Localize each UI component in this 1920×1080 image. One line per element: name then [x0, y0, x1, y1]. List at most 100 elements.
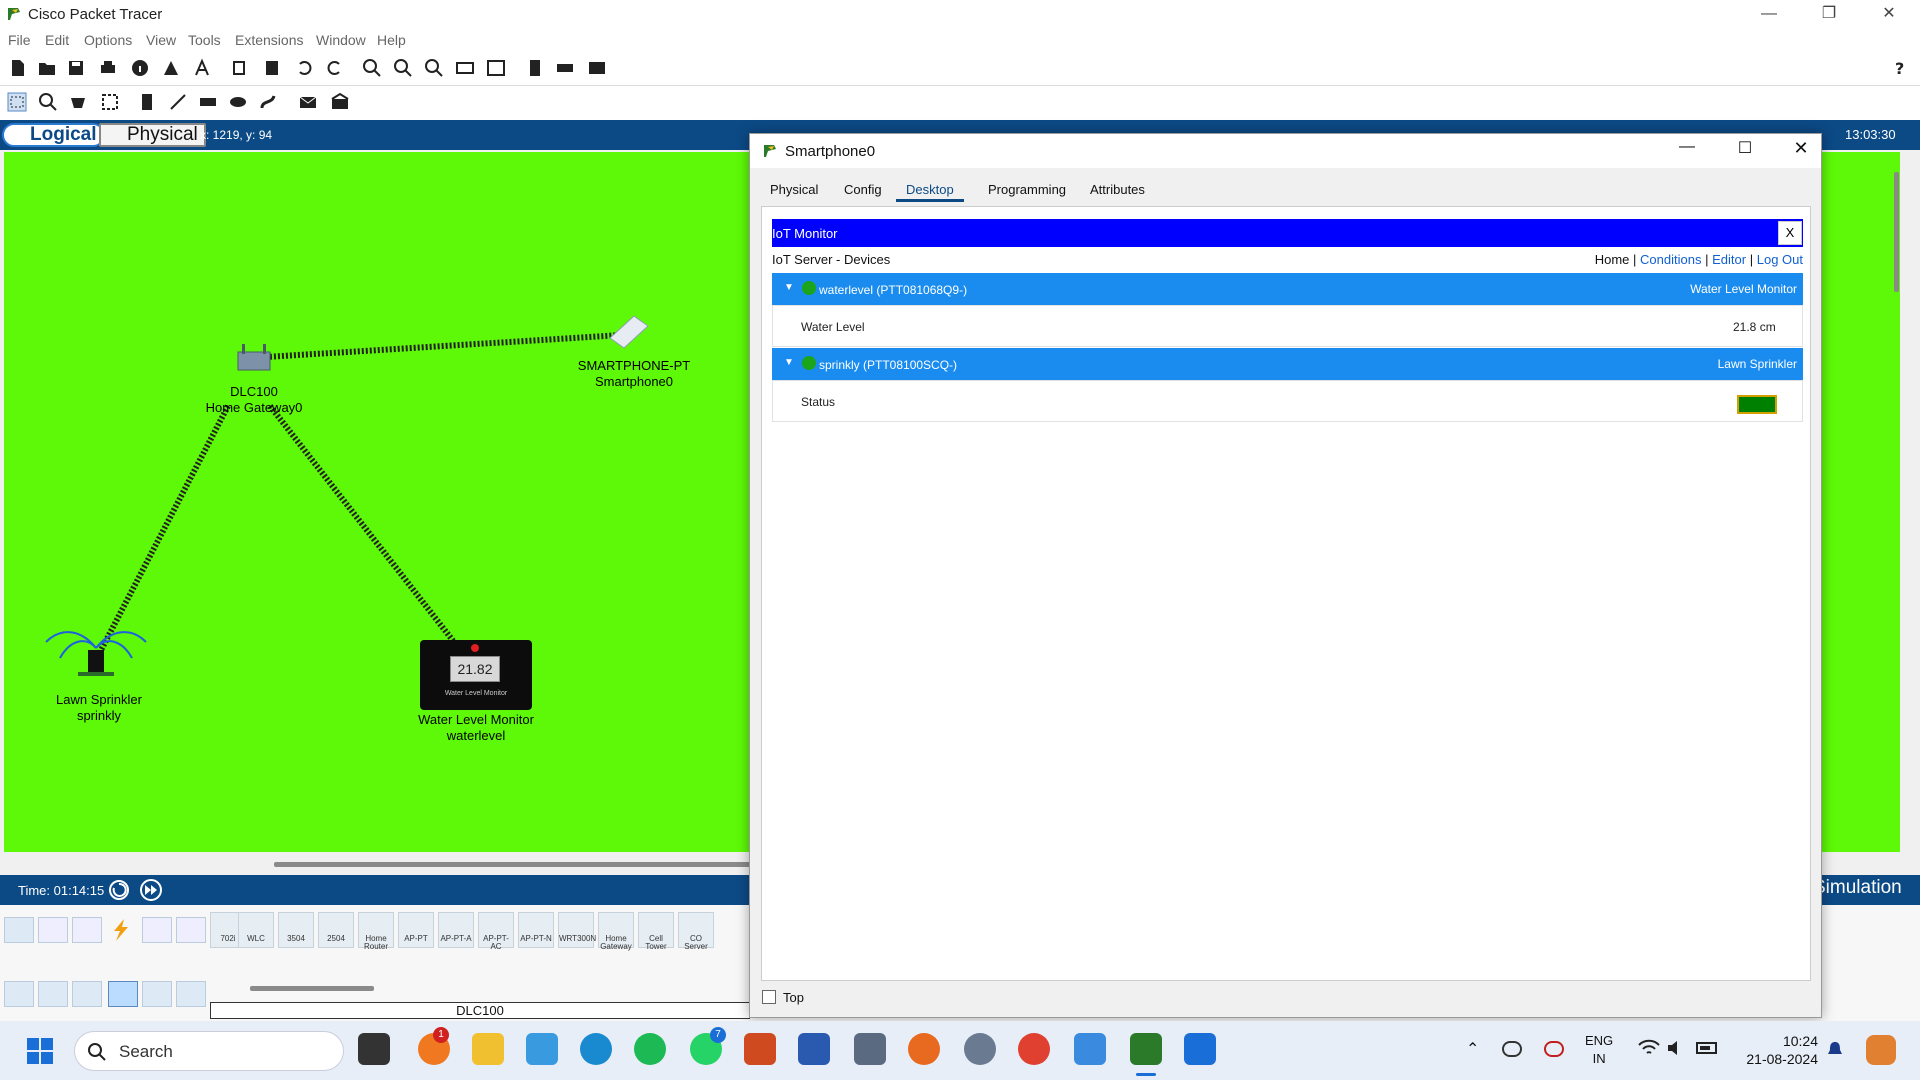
chrome-icon[interactable]	[1018, 1033, 1050, 1065]
category-components[interactable]	[72, 917, 102, 943]
subcategory-hubs[interactable]	[72, 981, 102, 1007]
device-co-server[interactable]: CO Server	[678, 912, 714, 951]
inspect-icon[interactable]	[38, 92, 58, 112]
device-wlc[interactable]: WLC	[238, 912, 274, 948]
settings-icon[interactable]	[964, 1033, 996, 1065]
editor-link[interactable]: Editor	[1712, 252, 1746, 267]
menu-edit[interactable]: Edit	[45, 32, 69, 48]
photos-app-icon[interactable]	[526, 1033, 558, 1065]
windows-start-icon[interactable]	[26, 1037, 54, 1065]
menu-options[interactable]: Options	[84, 32, 132, 48]
file-explorer-icon[interactable]	[472, 1033, 504, 1065]
place-note-icon[interactable]	[137, 92, 157, 112]
lawn-sprinkler-icon[interactable]	[40, 618, 152, 678]
simple-pdu-icon[interactable]	[298, 92, 318, 112]
subcategory-switches[interactable]	[38, 981, 68, 1007]
battery-icon[interactable]	[1696, 1040, 1720, 1056]
tab-config[interactable]: Config	[834, 180, 892, 199]
window-minimize-button[interactable]: —	[1672, 138, 1702, 164]
complex-pdu-icon[interactable]	[330, 92, 350, 112]
close-button[interactable]: ✕	[1860, 0, 1918, 30]
zoom-reset-icon[interactable]	[393, 58, 413, 78]
camera-icon[interactable]	[854, 1033, 886, 1065]
wireshark-icon[interactable]	[1184, 1033, 1216, 1065]
home-gateway-icon[interactable]	[234, 342, 274, 374]
subcategory-routers[interactable]	[4, 981, 34, 1007]
packet-tracer-taskbar-icon[interactable]	[1130, 1033, 1162, 1065]
notepad-icon[interactable]	[1074, 1033, 1106, 1065]
menu-tools[interactable]: Tools	[188, 32, 221, 48]
volume-icon[interactable]	[1666, 1039, 1686, 1057]
device-ap-pt[interactable]: AP-PT	[398, 912, 434, 948]
iot-close-button[interactable]: X	[1778, 221, 1802, 245]
sprinkler-status-toggle[interactable]	[1737, 395, 1777, 414]
redo-icon[interactable]	[325, 58, 345, 78]
new-file-icon[interactable]	[8, 58, 28, 78]
copy-icon[interactable]	[230, 58, 250, 78]
taskbar-clock[interactable]: 10:24 21-08-2024	[1736, 1032, 1818, 1068]
powerpoint-icon[interactable]	[744, 1033, 776, 1065]
zoom-in-icon[interactable]	[362, 58, 382, 78]
onedrive-icon[interactable]	[1502, 1041, 1522, 1057]
home-link[interactable]: Home	[1595, 252, 1630, 267]
help-icon[interactable]: ?	[1890, 58, 1910, 78]
expand-arrow-icon[interactable]: ▼	[784, 282, 794, 293]
subcategory-security[interactable]	[142, 981, 172, 1007]
iot-device-row-waterlevel[interactable]: ▼ waterlevel (PTT081068Q9-) Water Level …	[772, 273, 1803, 305]
save-icon[interactable]	[66, 58, 86, 78]
power-cycle-icon[interactable]	[108, 879, 130, 901]
select-tool-icon[interactable]	[7, 92, 27, 112]
print-icon[interactable]	[98, 58, 118, 78]
paste-icon[interactable]	[262, 58, 282, 78]
spotify-icon[interactable]	[634, 1033, 666, 1065]
copilot-icon[interactable]	[1866, 1035, 1896, 1065]
vertical-scrollbar[interactable]	[1894, 172, 1899, 292]
simulation-mode-button[interactable]: Simulation	[1813, 877, 1902, 899]
menu-help[interactable]: Help	[377, 32, 406, 48]
device-ap-pt-n[interactable]: AP-PT-N	[518, 912, 554, 948]
fast-forward-icon[interactable]	[138, 879, 164, 901]
expand-arrow-icon[interactable]: ▼	[784, 357, 794, 368]
category-network-devices[interactable]	[4, 917, 34, 943]
device-3504[interactable]: 3504	[278, 912, 314, 948]
edge-browser-icon[interactable]	[580, 1033, 612, 1065]
water-level-monitor-device[interactable]: 21.82 Water Level Monitor	[420, 640, 532, 710]
custom-devices-icon[interactable]	[486, 58, 506, 78]
menu-view[interactable]: View	[146, 32, 176, 48]
window-maximize-button[interactable]: ☐	[1730, 138, 1760, 164]
device-home-router[interactable]: Home Router	[358, 912, 394, 951]
notes-icon[interactable]	[525, 58, 545, 78]
draw-line-icon[interactable]	[168, 92, 188, 112]
cluster-icon[interactable]	[555, 58, 575, 78]
menu-extensions[interactable]: Extensions	[235, 32, 303, 48]
device-cell-tower[interactable]: Cell Tower	[638, 912, 674, 951]
sync-icon[interactable]	[1544, 1041, 1564, 1057]
taskbar-search[interactable]: Search	[74, 1031, 344, 1071]
smartphone-icon[interactable]	[604, 312, 654, 352]
category-end-devices[interactable]	[38, 917, 68, 943]
freeform-icon[interactable]	[258, 92, 278, 112]
tab-desktop[interactable]: Desktop	[896, 180, 964, 202]
logical-view-tab[interactable]: Logical	[2, 123, 105, 147]
tab-programming[interactable]: Programming	[978, 180, 1076, 199]
physical-view-tab[interactable]: Physical	[99, 123, 206, 147]
open-folder-icon[interactable]	[37, 58, 57, 78]
screenshot-icon[interactable]	[587, 58, 607, 78]
notification-bell-icon[interactable]	[1826, 1040, 1844, 1060]
tray-overflow-icon[interactable]: ⌃	[1466, 1039, 1479, 1059]
palette-scrollbar[interactable]	[250, 986, 374, 991]
delete-icon[interactable]	[68, 92, 88, 112]
horizontal-scrollbar[interactable]	[274, 862, 754, 867]
subcategory-wan-emulation[interactable]	[176, 981, 206, 1007]
menu-window[interactable]: Window	[316, 32, 366, 48]
connections-icon[interactable]	[108, 917, 134, 943]
task-view-icon[interactable]	[358, 1033, 390, 1065]
draw-rectangle-icon[interactable]	[198, 92, 218, 112]
window-close-button[interactable]: ✕	[1786, 138, 1816, 164]
undo-icon[interactable]	[294, 58, 314, 78]
restore-button[interactable]: ❐	[1800, 0, 1858, 30]
tab-physical[interactable]: Physical	[760, 180, 828, 199]
word-icon[interactable]	[798, 1033, 830, 1065]
device-ap-pt-ac[interactable]: AP-PT-AC	[478, 912, 514, 951]
network-wizard-icon[interactable]	[161, 58, 181, 78]
